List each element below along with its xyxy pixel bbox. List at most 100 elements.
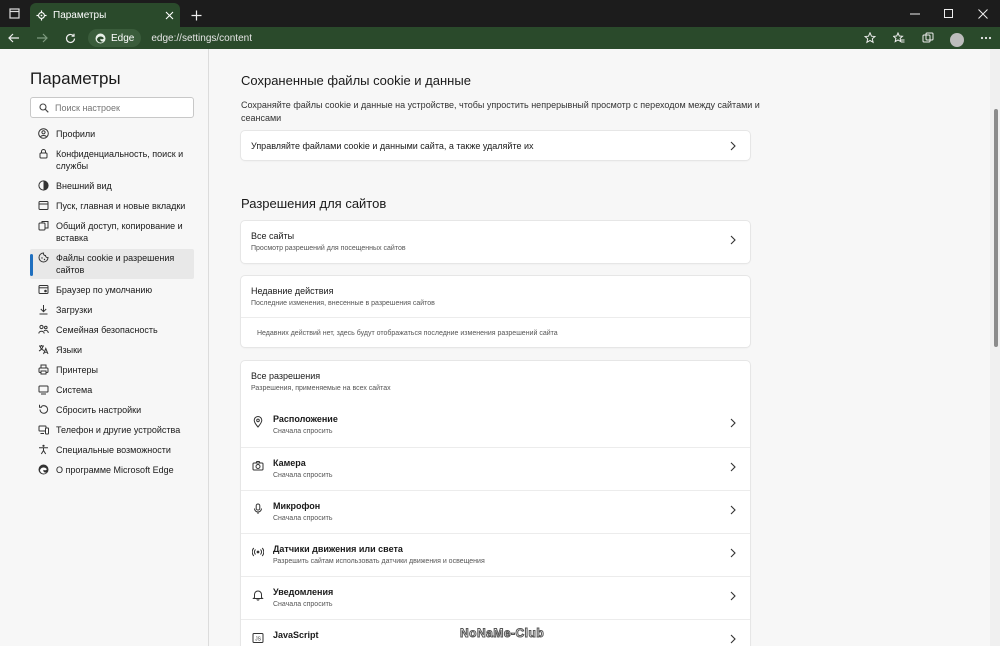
sidebar-item-label: Файлы cookie и разрешения сайтов	[56, 253, 175, 275]
browser-window: Параметры Edge edge://settings/content П…	[0, 0, 1000, 646]
new-tab-button[interactable]	[184, 3, 208, 27]
sidebar-item-label: Профили	[56, 129, 96, 139]
close-icon	[978, 8, 988, 19]
close-tab-icon[interactable]	[165, 11, 174, 20]
permission-title: Уведомления	[273, 587, 334, 597]
all-permissions-title: Все разрешения	[251, 371, 321, 381]
sidebar-item[interactable]: Конфиденциальность, поиск и службы	[30, 145, 194, 175]
close-button[interactable]	[966, 0, 1000, 27]
permission-title: Датчики движения или света	[273, 544, 403, 554]
all-sites-card[interactable]: Все сайты Просмотр разрешений для посеще…	[241, 221, 750, 263]
manage-cookies-card[interactable]: Управляйте файлами cookie и данными сайт…	[241, 131, 750, 160]
sidebar-item[interactable]: Принтеры	[30, 361, 194, 379]
all-permissions-header: Все разрешения Разрешения, применяемые н…	[241, 361, 750, 404]
sidebar-item-label: Языки	[56, 345, 83, 355]
code-icon: JS	[252, 632, 264, 644]
forward-button[interactable]	[28, 27, 56, 49]
appearance-icon	[38, 180, 49, 191]
permission-title: Микрофон	[273, 501, 321, 511]
settings-content: Сохраненные файлы cookie и данные Сохран…	[210, 49, 990, 646]
refresh-button[interactable]	[56, 27, 84, 49]
permission-title: Камера	[273, 458, 306, 468]
favorite-button[interactable]	[855, 27, 884, 49]
scrollbar[interactable]	[990, 49, 1000, 646]
permission-subtitle: Сначала спросить	[273, 428, 333, 435]
sidebar-item-label: Семейная безопасность	[56, 325, 158, 335]
tab-settings[interactable]: Параметры	[30, 3, 180, 27]
settings-sidebar: Параметры Профили Конфиденциальность, пои…	[0, 49, 209, 646]
minimize-button[interactable]	[898, 0, 932, 27]
profile-icon	[38, 128, 49, 139]
family-icon	[38, 324, 49, 335]
sidebar-item[interactable]: Браузер по умолчанию	[30, 281, 194, 299]
sidebar-item[interactable]: Загрузки	[30, 301, 194, 319]
permission-row[interactable]: Камера Сначала спросить	[241, 447, 750, 490]
watermark: NoNaMe-Club	[459, 626, 545, 641]
permission-row[interactable]: Микрофон Сначала спросить	[241, 490, 750, 533]
site-info-chip[interactable]: Edge	[88, 29, 142, 47]
maximize-icon	[944, 8, 953, 18]
chevron-right-icon	[728, 503, 738, 517]
recent-empty-text: Недавних действий нет, здесь будут отобр…	[257, 330, 558, 337]
address-bar[interactable]: Edge edge://settings/content	[88, 28, 856, 48]
avatar	[949, 33, 964, 47]
search-box[interactable]	[30, 97, 194, 118]
sidebar-item-label: Загрузки	[56, 305, 93, 315]
camera-icon	[252, 460, 264, 472]
recent-activity-card: Недавние действия Последние изменения, в…	[241, 276, 750, 347]
permission-row[interactable]: Расположение Сначала спросить	[241, 404, 750, 447]
collections-button[interactable]	[913, 27, 942, 49]
sidebar-item[interactable]: Файлы cookie и разрешения сайтов	[30, 249, 194, 279]
edge-logo-icon	[95, 33, 106, 43]
profile-button[interactable]	[942, 27, 971, 49]
toolbar-right	[855, 27, 1000, 49]
sidebar-item[interactable]: Внешний вид	[30, 177, 194, 195]
site-label: Edge	[111, 32, 135, 44]
all-permissions-subtitle: Разрешения, применяемые на всех сайтах	[251, 385, 391, 392]
chevron-right-icon	[728, 139, 738, 153]
maximize-button[interactable]	[932, 0, 966, 27]
chevron-right-icon	[728, 416, 738, 430]
permission-subtitle: Сначала спросить	[273, 601, 333, 608]
url-text[interactable]: edge://settings/content	[151, 33, 252, 44]
sidebar-nav: Профили Конфиденциальность, поиск и служб…	[30, 125, 194, 481]
system-icon	[38, 384, 49, 395]
sidebar-item-label: Телефон и другие устройства	[56, 425, 181, 435]
permission-row[interactable]: Уведомления Сначала спросить	[241, 576, 750, 619]
plus-icon	[191, 10, 201, 20]
sidebar-item[interactable]: Профили	[30, 125, 194, 143]
share-icon	[38, 220, 49, 231]
scrollbar-thumb[interactable]	[994, 109, 998, 347]
sidebar-item[interactable]: Семейная безопасность	[30, 321, 194, 339]
chevron-right-icon	[728, 233, 738, 247]
all-sites-subtitle: Просмотр разрешений для посещенных сайто…	[251, 245, 406, 252]
all-sites-title: Все сайты	[251, 231, 295, 241]
sidebar-item[interactable]: Языки	[30, 341, 194, 359]
arrow-left-icon	[8, 33, 19, 43]
sidebar-item[interactable]: Сбросить настройки	[30, 401, 194, 419]
cookie-icon	[38, 252, 49, 263]
permissions-list: Расположение Сначала спросить Камера Сначал…	[241, 404, 750, 646]
tab-actions-icon[interactable]	[0, 0, 28, 27]
sidebar-item[interactable]: Система	[30, 381, 194, 399]
minimize-icon	[910, 13, 920, 14]
favorites-icon	[892, 32, 904, 43]
printer-icon	[38, 364, 49, 375]
download-icon	[38, 304, 49, 315]
sidebar-item[interactable]: Общий доступ, копирование и вставка	[30, 217, 194, 247]
bell-icon	[252, 589, 264, 601]
chevron-right-icon	[728, 632, 738, 646]
sidebar-item[interactable]: Пуск, главная и новые вкладки	[30, 197, 194, 215]
sidebar-item[interactable]: Телефон и другие устройства	[30, 421, 194, 439]
favorites-button[interactable]	[884, 27, 913, 49]
permission-row[interactable]: Датчики движения или света Разрешить сайт…	[241, 533, 750, 576]
sidebar-item-label: Пуск, главная и новые вкладки	[56, 201, 186, 211]
menu-button[interactable]	[971, 27, 1000, 49]
sidebar-item[interactable]: О программе Microsoft Edge	[30, 461, 194, 479]
chevron-right-icon	[728, 546, 738, 560]
search-input[interactable]	[55, 102, 175, 113]
sidebar-item-label: Конфиденциальность, поиск и службы	[56, 149, 184, 171]
sidebar-item[interactable]: Специальные возможности	[30, 441, 194, 459]
back-button[interactable]	[0, 27, 28, 49]
chevron-right-icon	[728, 589, 738, 603]
